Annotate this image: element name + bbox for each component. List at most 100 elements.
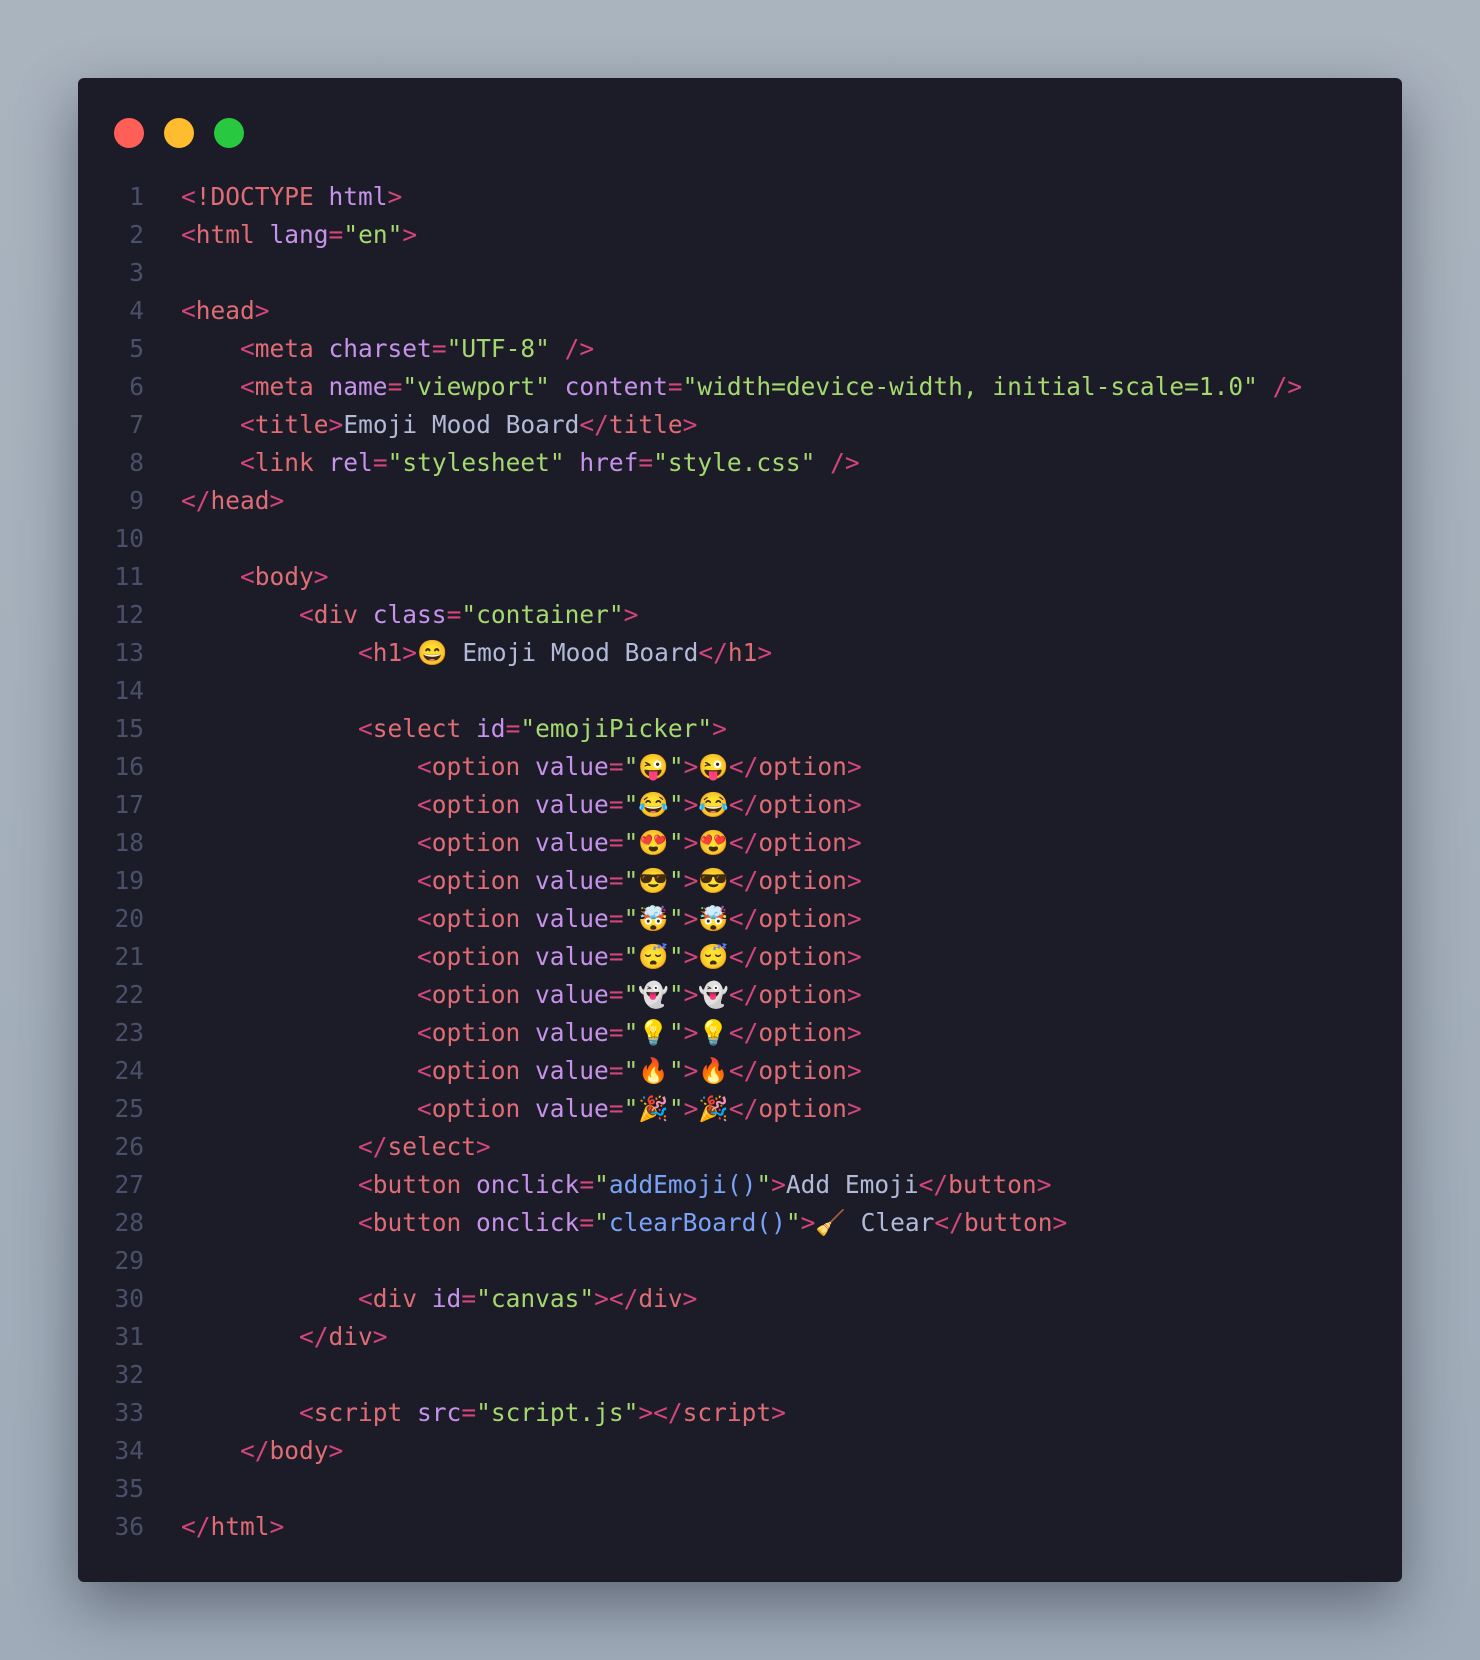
- code-token: ": [668, 1018, 684, 1047]
- code-token: <: [358, 638, 373, 667]
- code-token: value: [535, 752, 609, 781]
- code-token: =: [387, 372, 403, 401]
- emoji-glyph: 😄: [417, 638, 448, 667]
- emoji-glyph: 🎉: [698, 1094, 729, 1123]
- maximize-button[interactable]: [214, 118, 244, 148]
- line-text: <button onclick="clearBoard()">🧹 Clear</…: [181, 1204, 1067, 1242]
- line-number: 15: [114, 714, 144, 743]
- code-line: 14: [78, 672, 1402, 710]
- code-token: </: [299, 1322, 329, 1351]
- code-token: option: [758, 752, 847, 781]
- code-token: >: [846, 752, 862, 781]
- code-token: >: [683, 752, 699, 781]
- line-text: <option value="😴">😴</option>: [181, 938, 862, 976]
- code-token: >: [328, 410, 344, 439]
- line-text: <html lang="en">: [181, 216, 417, 254]
- code-token: script: [313, 1398, 418, 1427]
- line-number: 8: [129, 448, 144, 477]
- line-text: <script src="script.js"></script>: [181, 1394, 786, 1432]
- code-token: Add Emoji: [785, 1170, 919, 1199]
- line-text: </html>: [181, 1508, 284, 1546]
- code-token: option: [758, 904, 847, 933]
- code-token: ": [623, 1018, 639, 1047]
- code-token: option: [758, 980, 847, 1009]
- line-number: 33: [114, 1398, 144, 1427]
- code-token: >: [623, 600, 639, 629]
- code-token: head: [195, 296, 255, 325]
- code-token: <: [358, 714, 373, 743]
- code-token: ": [623, 980, 639, 1009]
- close-button[interactable]: [114, 118, 144, 148]
- code-token: ": [668, 828, 684, 857]
- code-token: ": [668, 904, 684, 933]
- code-token: >: [313, 562, 329, 591]
- code-token: =: [579, 1208, 595, 1237]
- code-token: =: [608, 1094, 624, 1123]
- code-token: >: [846, 1094, 862, 1123]
- emoji-glyph: 😎: [638, 866, 669, 895]
- code-token: button: [963, 1208, 1053, 1237]
- code-token: >: [372, 1322, 388, 1351]
- code-token: body: [254, 562, 314, 591]
- emoji-glyph: 🎉: [638, 1094, 669, 1123]
- code-token: !DOCTYPE: [195, 182, 329, 211]
- code-token: =: [328, 220, 344, 249]
- code-token: =: [608, 790, 624, 819]
- code-token: >: [1052, 1208, 1068, 1237]
- code-token: script: [682, 1398, 772, 1427]
- code-token: </: [728, 866, 759, 895]
- code-token: <: [417, 752, 432, 781]
- code-token: option: [431, 752, 536, 781]
- code-token: ": [623, 866, 639, 895]
- code-token: =: [446, 600, 462, 629]
- code-token: button: [948, 1170, 1037, 1199]
- code-token: Clear: [845, 1208, 935, 1237]
- code-token: >: [683, 1094, 699, 1123]
- code-token: link: [254, 448, 329, 477]
- code-line: 17 <option value="😂">😂</option>: [78, 786, 1402, 824]
- code-token: =: [608, 752, 624, 781]
- code-token: ": [623, 828, 639, 857]
- code-token: ": [623, 1094, 639, 1123]
- code-token: >: [402, 638, 418, 667]
- code-token: >: [683, 942, 699, 971]
- code-token: html: [210, 1512, 270, 1541]
- line-number: 4: [129, 296, 144, 325]
- code-token: >: [682, 1284, 698, 1313]
- code-token: >: [269, 486, 285, 515]
- code-line: 28 <button onclick="clearBoard()">🧹 Clea…: [78, 1204, 1402, 1242]
- code-token: <: [240, 372, 255, 401]
- code-token: </: [358, 1132, 388, 1161]
- line-number: 25: [114, 1094, 144, 1123]
- code-token: value: [535, 790, 609, 819]
- code-token: ": [668, 1094, 684, 1123]
- code-token: <: [240, 562, 255, 591]
- code-token: value: [535, 866, 609, 895]
- minimize-button[interactable]: [164, 118, 194, 148]
- emoji-glyph: 😴: [698, 942, 729, 971]
- line-text: <button onclick="addEmoji()">Add Emoji</…: [181, 1166, 1051, 1204]
- code-line: 5 <meta charset="UTF-8" />: [78, 330, 1402, 368]
- code-token: >: [846, 1018, 862, 1047]
- code-token: ": [623, 1056, 639, 1085]
- code-token: option: [431, 1018, 536, 1047]
- code-token: >: [846, 980, 862, 1009]
- code-token: </: [934, 1208, 964, 1237]
- code-token: </: [918, 1170, 949, 1199]
- code-token: </: [728, 904, 759, 933]
- code-token: >: [683, 790, 699, 819]
- code-token: option: [431, 828, 536, 857]
- code-token: </: [728, 1018, 759, 1047]
- code-token: value: [535, 1018, 609, 1047]
- code-token: </: [728, 828, 759, 857]
- code-token: />: [830, 448, 860, 477]
- code-line: 6 <meta name="viewport" content="width=d…: [78, 368, 1402, 406]
- code-line: 33 <script src="script.js"></script>: [78, 1394, 1402, 1432]
